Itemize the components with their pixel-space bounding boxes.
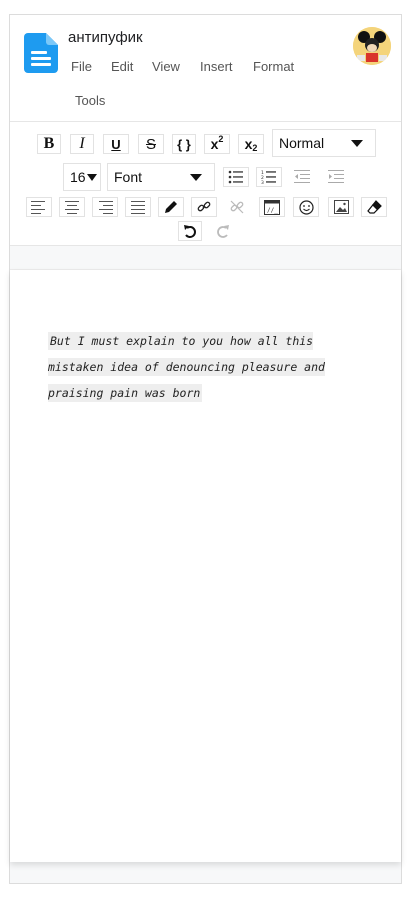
bullet-list-button[interactable] [223, 167, 249, 187]
menu-view-wrap: View [152, 59, 180, 74]
heading-select[interactable]: Normal [272, 129, 376, 157]
document-title[interactable]: антипуфик [68, 29, 143, 46]
editor-frame: антипуфик File Edit View Insert Format T… [9, 14, 402, 884]
chevron-down-icon [351, 140, 363, 147]
align-left-button[interactable] [26, 197, 52, 217]
svg-text:3: 3 [261, 180, 264, 184]
editor-content[interactable]: But I must explain to you how all this m… [48, 328, 348, 406]
menu-insert-wrap: Insert [200, 59, 233, 74]
editor-page[interactable]: But I must explain to you how all this m… [10, 270, 401, 862]
image-icon [333, 200, 349, 214]
indent-decrease-button[interactable] [289, 167, 315, 187]
menu-insert[interactable]: Insert [200, 59, 233, 74]
menu-format-wrap: Format [253, 59, 294, 74]
chevron-down-icon [190, 174, 202, 181]
image-button[interactable] [328, 197, 354, 217]
menu-file[interactable]: File [71, 59, 92, 74]
subscript-button[interactable]: x2 [238, 134, 264, 154]
underline-button[interactable]: U [103, 134, 129, 154]
font-family-select[interactable]: Font [107, 163, 215, 191]
align-justify-icon [131, 200, 145, 214]
subscript-mark: 2 [252, 143, 258, 153]
unlink-icon [230, 200, 244, 214]
superscript-button[interactable]: x2 [204, 134, 230, 154]
heading-select-value: Normal [279, 135, 325, 151]
align-right-icon [99, 200, 113, 214]
chevron-down-icon [87, 174, 97, 181]
menubar: File [71, 59, 92, 74]
menu-edit[interactable]: Edit [111, 59, 133, 74]
menu-view[interactable]: View [152, 59, 180, 74]
embed-code-icon: //_ [264, 199, 280, 215]
code-button[interactable]: { } [172, 134, 196, 154]
doc-icon[interactable] [24, 33, 58, 73]
emoji-icon [298, 199, 314, 215]
align-left-icon [31, 200, 45, 214]
subscript-label: x [244, 136, 253, 152]
superscript-label: x [210, 136, 219, 152]
numbered-list-icon: 123 [261, 170, 276, 184]
emoji-button[interactable] [293, 197, 319, 217]
menu-edit-wrap: Edit [111, 59, 133, 74]
embed-code-button[interactable]: //_ [259, 197, 285, 217]
indent-increase-button[interactable] [323, 167, 349, 187]
undo-icon [184, 224, 196, 238]
pen-button[interactable] [158, 197, 184, 217]
eraser-button[interactable] [361, 197, 387, 217]
link-button[interactable] [191, 197, 217, 217]
bold-button[interactable]: B [37, 134, 61, 154]
align-center-icon [65, 200, 79, 214]
svg-text://_: //_ [267, 207, 278, 214]
font-size-value: 16 [70, 169, 86, 185]
avatar[interactable] [353, 27, 391, 65]
menu-tools-wrap: Tools [75, 93, 105, 108]
strikethrough-button[interactable]: S [138, 134, 164, 154]
redo-icon [217, 224, 229, 238]
indent-decrease-icon [294, 170, 310, 183]
italic-button[interactable]: I [70, 134, 94, 154]
header: антипуфик File Edit View Insert Format T… [10, 15, 401, 122]
highlighted-text[interactable]: But I must explain to you how all this m… [48, 332, 325, 402]
undo-button[interactable] [178, 221, 202, 241]
redo-button[interactable] [211, 221, 235, 241]
superscript-mark: 2 [218, 134, 224, 144]
align-right-button[interactable] [92, 197, 118, 217]
bullet-list-icon [228, 170, 243, 184]
font-size-select[interactable]: 16 [63, 163, 101, 191]
menu-tools[interactable]: Tools [75, 93, 105, 108]
link-icon [197, 201, 211, 212]
pen-icon [165, 201, 177, 213]
align-justify-button[interactable] [125, 197, 151, 217]
ruler-bar [10, 246, 401, 270]
align-center-button[interactable] [59, 197, 85, 217]
numbered-list-button[interactable]: 123 [256, 167, 282, 187]
menu-format[interactable]: Format [253, 59, 294, 74]
font-family-value: Font [114, 169, 143, 185]
unlink-button[interactable] [224, 197, 250, 217]
formatting-toolbar: B I U S { } x2 x2 Normal 16 Font 123 //_ [10, 122, 401, 246]
eraser-icon [366, 200, 382, 214]
indent-increase-icon [328, 170, 344, 183]
